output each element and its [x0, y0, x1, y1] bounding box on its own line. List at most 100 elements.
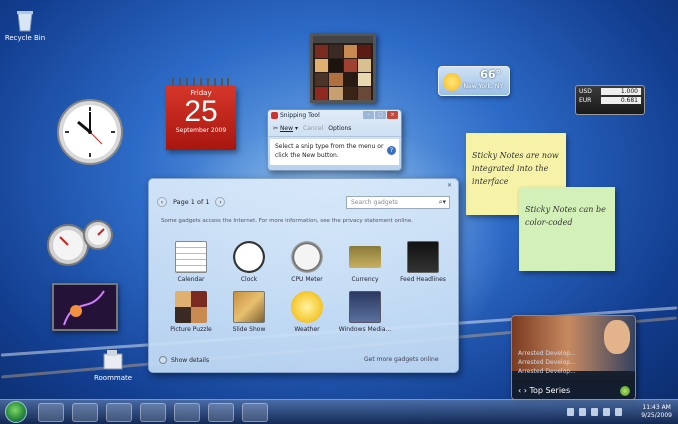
gadget-name: Weather	[294, 326, 320, 333]
next-page-button[interactable]: ›	[215, 197, 226, 207]
tray-arrow-icon[interactable]	[567, 408, 574, 416]
list-item[interactable]: Arrested Develop...	[518, 367, 576, 376]
new-snip-button[interactable]: ✂ New ▾	[273, 125, 298, 132]
media-center-logo-icon[interactable]	[620, 386, 630, 396]
clock-gadget[interactable]	[56, 98, 124, 166]
show-details-toggle[interactable]: Show details	[159, 356, 209, 364]
snipping-message: Select a snip type from the menu or clic…	[275, 143, 384, 159]
get-more-gadgets-link[interactable]: Get more gadgets online	[360, 354, 448, 366]
media-footer: ‹ › Top Series	[512, 383, 635, 399]
tray-battery-icon[interactable]	[603, 408, 610, 416]
taskbar-time: 11:43 AM	[642, 404, 671, 411]
start-button[interactable]	[5, 401, 27, 423]
weather-gadget[interactable]: 66° New York, NY	[438, 66, 510, 96]
media-nav-arrows[interactable]: ‹ ›	[518, 386, 527, 395]
gadget-item-clock[interactable]: Clock	[221, 241, 277, 283]
taskbar-explorer-button[interactable]	[72, 403, 98, 422]
puzzle-grid[interactable]	[313, 43, 373, 102]
calendar-gadget[interactable]: Friday 25 September 2009	[166, 78, 236, 150]
calendar-thumb-icon	[175, 241, 207, 273]
options-button[interactable]: Options	[328, 125, 351, 132]
gadget-item-slide-show[interactable]: Slide Show	[221, 291, 277, 333]
snipping-tool-window[interactable]: Snipping Tool – □ × ✂ New ▾ Cancel Optio…	[267, 109, 402, 171]
taskbar: 11:43 AM 9/25/2009	[0, 399, 678, 424]
snipping-tool-titlebar[interactable]: Snipping Tool – □ ×	[268, 110, 401, 121]
calendar-page: Friday 25 September 2009	[166, 86, 236, 150]
gadget-name: Currency	[351, 276, 379, 283]
taskbar-ie-button[interactable]	[38, 403, 64, 422]
currency-row: USD 1.000	[579, 88, 641, 95]
cpu-meter-gadget[interactable]	[46, 217, 116, 267]
taskbar-app-button[interactable]	[208, 403, 234, 422]
maximize-button[interactable]: □	[375, 111, 386, 119]
cancel-snip-button[interactable]: Cancel	[303, 125, 323, 132]
slideshow-image-icon	[54, 285, 116, 329]
media-center-gadget[interactable]: Arrested Develop... Arrested Develop... …	[511, 315, 636, 400]
recycle-bin-desktop-icon[interactable]: Recycle Bin	[2, 8, 48, 42]
gadget-name: Feed Headlines	[400, 276, 446, 283]
snipping-message-area: Select a snip type from the menu or clic…	[270, 139, 399, 165]
gadget-gallery-window[interactable]: ✕ ‹ Page 1 of 1 › Search gadgets ⌕▾ Some…	[148, 178, 459, 373]
picture-puzzle-gadget[interactable]	[310, 33, 376, 103]
calendar-month-year: September 2009	[175, 127, 227, 134]
gadget-name: Clock	[240, 276, 258, 283]
tray-volume-icon[interactable]	[615, 408, 622, 416]
tray-network-icon[interactable]	[591, 408, 598, 416]
gadget-name: Calendar	[177, 276, 205, 283]
weather-temperature: 66°	[480, 68, 501, 81]
search-placeholder: Search gadgets	[351, 199, 398, 206]
currency-gadget[interactable]: USD 1.000 EUR 0.681	[575, 85, 645, 115]
currency-thumb-icon	[349, 246, 381, 268]
tray-flag-icon[interactable]	[579, 408, 586, 416]
help-icon[interactable]: ?	[387, 146, 396, 155]
sticky-note-green[interactable]: Sticky Notes can be color-coded	[519, 187, 615, 271]
minimize-button[interactable]: –	[363, 111, 374, 119]
gadget-item-weather[interactable]: Weather	[279, 291, 335, 333]
taskbar-app-button[interactable]	[140, 403, 166, 422]
gadget-name: Picture Puzzle	[170, 326, 212, 333]
sun-icon	[443, 73, 461, 91]
gadget-list: Calendar Clock CPU Meter Currency Feed H…	[163, 241, 453, 333]
new-snip-label: New	[279, 125, 294, 132]
gadget-name: CPU Meter	[291, 276, 323, 283]
gadget-item-feed-headlines[interactable]: Feed Headlines	[395, 241, 451, 283]
taskbar-app-button[interactable]	[174, 403, 200, 422]
recycle-bin-icon	[15, 8, 35, 32]
gadget-item-currency[interactable]: Currency	[337, 241, 393, 283]
previous-page-button[interactable]: ‹	[157, 197, 167, 207]
calendar-day-number: 25	[184, 95, 218, 128]
scissors-icon	[271, 112, 278, 119]
list-item[interactable]: Arrested Develop...	[518, 358, 576, 367]
clock-face-icon	[57, 99, 123, 165]
gadget-item-cpu-meter[interactable]: CPU Meter	[279, 241, 335, 283]
gadget-name: Windows Media...	[338, 326, 392, 333]
folder-desktop-icon[interactable]: Roommate	[90, 348, 136, 382]
taskbar-app-button[interactable]	[242, 403, 268, 422]
sticky-note-text: Sticky Notes are now integrated into the…	[472, 151, 559, 186]
calendar-rings	[166, 78, 236, 86]
gadget-item-calendar[interactable]: Calendar	[163, 241, 219, 283]
cpu-meter-icon	[47, 220, 113, 266]
picture-puzzle-thumb-icon	[175, 291, 207, 323]
close-button[interactable]: ×	[387, 111, 398, 119]
search-gadgets-input[interactable]: Search gadgets ⌕▾	[346, 196, 450, 209]
gadget-item-windows-media[interactable]: Windows Media...	[337, 291, 393, 333]
taskbar-clock[interactable]: 11:43 AM 9/25/2009	[641, 404, 672, 420]
media-footer-label: Top Series	[529, 386, 571, 395]
close-icon[interactable]: ✕	[445, 182, 454, 190]
gallery-pager: ‹ Page 1 of 1 ›	[157, 197, 226, 207]
weather-thumb-icon	[291, 291, 323, 323]
taskbar-date: 9/25/2009	[641, 412, 672, 419]
search-icon[interactable]: ⌕▾	[439, 198, 446, 207]
gadget-name: Slide Show	[232, 326, 266, 333]
windows-media-thumb-icon	[349, 291, 381, 323]
taskbar-media-player-button[interactable]	[106, 403, 132, 422]
list-item[interactable]: Arrested Develop...	[518, 349, 576, 358]
gallery-info-text: Some gadgets access the Internet. For mo…	[161, 218, 413, 224]
currency-value[interactable]: 0.681	[601, 97, 641, 104]
slide-show-gadget[interactable]	[52, 283, 118, 331]
window-controls: – □ ×	[363, 111, 398, 119]
gadget-item-picture-puzzle[interactable]: Picture Puzzle	[163, 291, 219, 333]
currency-value[interactable]: 1.000	[601, 88, 641, 95]
media-series-list: Arrested Develop... Arrested Develop... …	[518, 349, 576, 376]
